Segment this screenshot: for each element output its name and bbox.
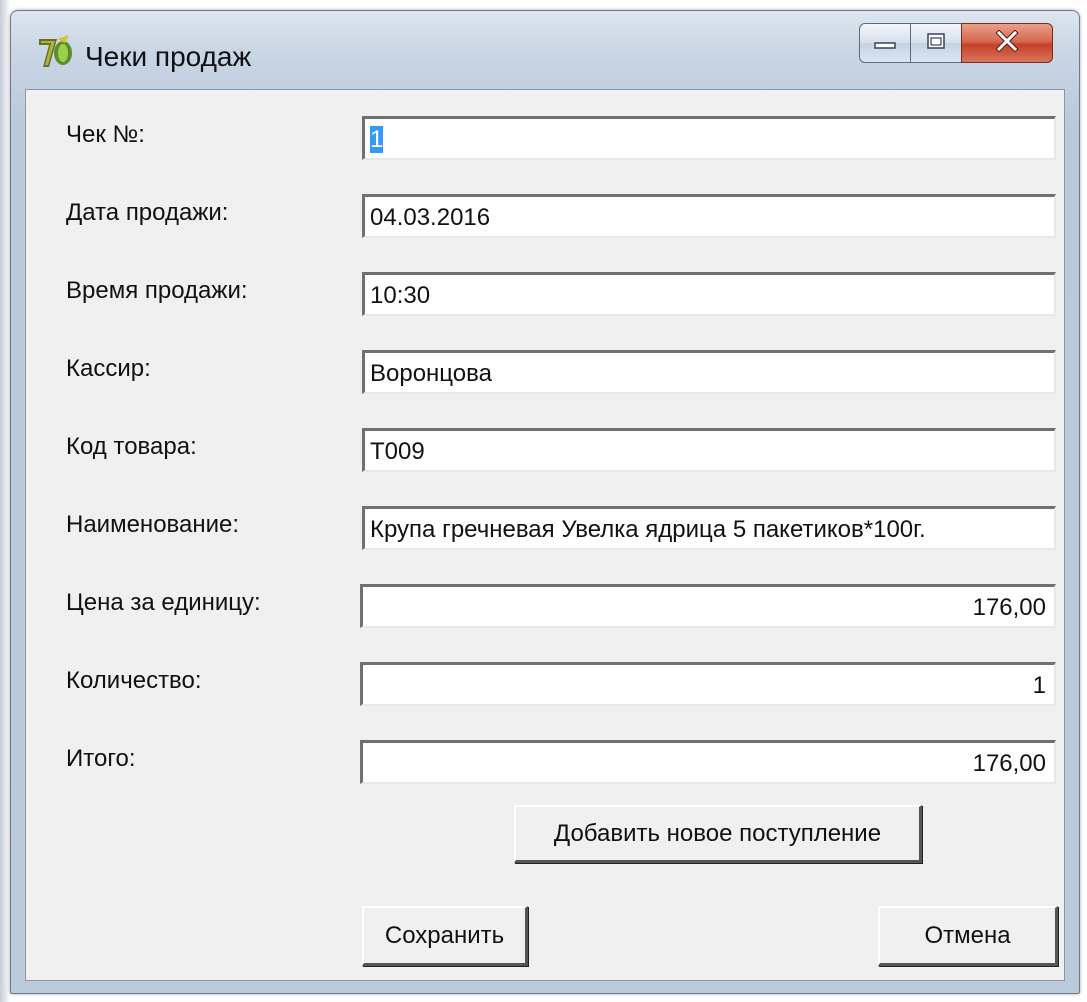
- cancel-button[interactable]: Отмена: [878, 906, 1058, 966]
- minimize-button[interactable]: [859, 23, 911, 63]
- desktop-background: [0, 0, 10, 1002]
- product-code-input[interactable]: Т009: [362, 428, 1056, 472]
- unit-price-input[interactable]: 176,00: [360, 584, 1056, 628]
- sale-time-label: Время продажи:: [66, 277, 248, 304]
- add-new-receipt-button[interactable]: Добавить новое поступление: [514, 805, 922, 863]
- sales-receipts-window: Чеки продаж Чек №: 1 Дата продажи: 04.03…: [10, 10, 1080, 994]
- window-title: Чеки продаж: [85, 41, 252, 72]
- receipt-number-label: Чек №:: [66, 121, 145, 148]
- cashier-input[interactable]: Воронцова: [362, 350, 1056, 394]
- cashier-label: Кассир:: [66, 355, 151, 382]
- unit-price-label: Цена за единицу:: [66, 589, 261, 616]
- receipt-number-input[interactable]: 1: [362, 116, 1056, 160]
- close-button[interactable]: [961, 23, 1053, 63]
- total-label: Итого:: [66, 745, 136, 772]
- sale-date-input[interactable]: 04.03.2016: [362, 194, 1056, 238]
- close-icon: [994, 29, 1020, 56]
- delphi-app-icon: [35, 33, 75, 73]
- product-name-input[interactable]: Крупа гречневая Увелка ядрица 5 пакетико…: [362, 506, 1056, 550]
- product-code-label: Код товара:: [66, 433, 197, 460]
- form-client-area: Чек №: 1 Дата продажи: 04.03.2016 Время …: [25, 89, 1065, 981]
- title-bar[interactable]: Чеки продаж: [11, 11, 1079, 89]
- maximize-icon: [925, 31, 947, 55]
- product-name-label: Наименование:: [66, 511, 240, 538]
- receipt-number-value: 1: [370, 126, 384, 153]
- minimize-icon: [873, 34, 897, 53]
- sale-time-input[interactable]: 10:30: [362, 272, 1056, 316]
- save-button[interactable]: Сохранить: [362, 906, 528, 966]
- sale-date-label: Дата продажи:: [66, 199, 229, 226]
- quantity-input[interactable]: 1: [360, 662, 1056, 706]
- quantity-label: Количество:: [66, 667, 202, 694]
- maximize-button[interactable]: [910, 23, 962, 63]
- total-input[interactable]: 176,00: [360, 740, 1056, 784]
